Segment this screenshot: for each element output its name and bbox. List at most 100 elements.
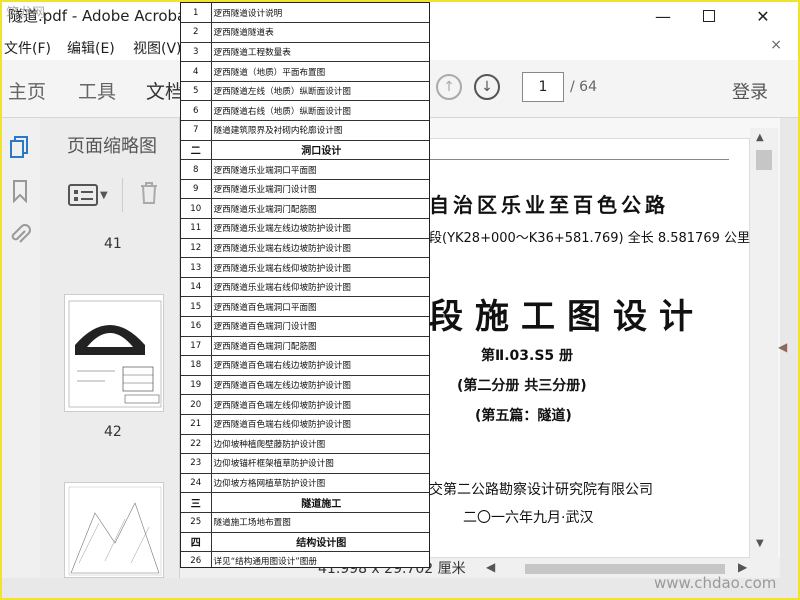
previous-page-button[interactable]: ↑ (436, 74, 462, 100)
close-icon: ✕ (756, 6, 770, 26)
toc-row: 2 逻西隧道隧道表 (181, 22, 429, 43)
doc-main-title: 段施工图设计 (429, 297, 705, 337)
scrollbar-thumb[interactable] (525, 564, 725, 574)
watermark-bottom: www.chdao.com (654, 574, 777, 592)
toc-number: 19 (181, 375, 212, 396)
toc-title: 详见“结构通用图设计”图册 (211, 551, 429, 567)
toc-row: 15 逻西隧道百色端洞口平面图 (181, 296, 429, 317)
toc-title: 逻西隧道百色端左线仰坡防护设计图 (211, 394, 429, 415)
toc-title: 隧道施工场地布置图 (211, 512, 429, 533)
toc-title: 逻西隧道百色端右线仰坡防护设计图 (211, 414, 429, 435)
toc-row: 20 逻西隧道百色端左线仰坡防护设计图 (181, 394, 429, 415)
tab-home[interactable]: 主页 (8, 77, 46, 104)
toc-title: 逻西隧道右线（地质）纵断面设计图 (211, 100, 429, 122)
toc-table: 1 逻西隧道设计说明 2 逻西隧道隧道表 3 逻西隧道工程数量表 4 逻西隧道（地质）平面布置… (181, 3, 429, 567)
page-thumbnail[interactable] (64, 294, 164, 412)
toc-row: 25 隧道施工场地布置图 (181, 512, 429, 533)
trash-icon[interactable] (139, 181, 159, 210)
toc-title: 逻西隧道百色端洞口平面图 (211, 296, 429, 317)
toc-title: 逻西隧道乐业端洞口平面图 (211, 159, 429, 180)
toc-title: 边仰坡锚杆框架植草防护设计图 (211, 453, 429, 474)
bookmark-icon[interactable] (8, 178, 32, 204)
toc-number: 2 (181, 22, 212, 43)
toc-section-row: 三隧道施工 (181, 492, 429, 513)
menu-edit[interactable]: 编辑(E) (67, 38, 115, 58)
tab-tools[interactable]: 工具 (78, 77, 116, 104)
toc-title: 逻西隧道隧道表 (211, 22, 429, 43)
toc-title: 边仰坡种植爬壁藤防护设计图 (211, 434, 429, 455)
toc-title: 隧道施工 (211, 492, 429, 513)
page-thumbnail[interactable] (64, 482, 164, 578)
toc-number: 10 (181, 198, 212, 220)
doc-title-line2: 段(YK28+000～K36+581.769) 全长 8.581769 公里 (429, 231, 751, 246)
toc-row: 8 逻西隧道乐业端洞口平面图 (181, 159, 429, 180)
arrow-down-icon: ↓ (481, 79, 493, 95)
toc-row: 14 逻西隧道乐业端右线仰坡防护设计图 (181, 277, 429, 298)
toc-row: 5 逻西隧道左线（地质）纵断面设计图 (181, 81, 429, 102)
toc-number: 8 (181, 159, 212, 180)
menu-view[interactable]: 视图(V) (133, 38, 182, 58)
maximize-button[interactable] (686, 0, 732, 32)
toc-title: 结构设计图 (211, 532, 429, 553)
toc-number: 6 (181, 100, 212, 122)
scroll-down-icon[interactable]: ▼ (756, 538, 764, 549)
toc-section-row: 四结构设计图 (181, 532, 429, 553)
scrollbar-thumb[interactable] (756, 150, 772, 170)
toc-number: 5 (181, 81, 212, 102)
menu-file[interactable]: 文件(F) (4, 38, 51, 58)
thumbnail-page-label: 41 (104, 236, 122, 252)
expand-right-pane-icon[interactable]: ◀ (778, 340, 787, 354)
close-window-button[interactable]: ✕ (740, 0, 786, 32)
page-thumbnails-icon[interactable] (8, 134, 32, 160)
toc-row: 19 逻西隧道百色端左线边坡防护设计图 (181, 375, 429, 396)
toc-row: 9 逻西隧道乐业端洞门设计图 (181, 179, 429, 200)
close-document-icon[interactable]: × (770, 37, 782, 53)
toc-number: 四 (181, 532, 212, 553)
toc-section-row: 二洞口设计 (181, 140, 429, 161)
login-button[interactable]: 登录 (732, 78, 768, 104)
toc-number: 16 (181, 316, 212, 337)
scroll-right-icon[interactable]: ▶ (738, 560, 747, 574)
options-list-icon[interactable] (68, 184, 98, 206)
toc-title: 逻西隧道乐业端右线仰坡防护设计图 (211, 257, 429, 278)
toc-row: 1 逻西隧道设计说明 (181, 3, 429, 24)
page-number-input[interactable]: 1 (522, 72, 564, 102)
toc-number: 1 (181, 3, 212, 24)
thumbnails-panel: 页面缩略图 ▼ 41 42 (40, 118, 180, 578)
doc-part: (第二分册 共三分册) (457, 378, 587, 394)
toc-number: 20 (181, 394, 212, 415)
divider (121, 178, 123, 212)
toc-number: 26 (181, 551, 212, 567)
tab-document[interactable]: 文档 (146, 77, 184, 104)
toc-title: 逻西隧道设计说明 (211, 3, 429, 24)
toc-number: 4 (181, 61, 212, 82)
toc-title: 逻西隧道乐业端洞门配筋图 (211, 198, 429, 220)
scroll-left-icon[interactable]: ◀ (486, 560, 495, 574)
minimize-button[interactable]: — (640, 0, 686, 32)
toc-title: 逻西隧道百色端左线边坡防护设计图 (211, 375, 429, 396)
left-rail (0, 118, 40, 578)
toc-number: 21 (181, 414, 212, 435)
next-page-button[interactable]: ↓ (474, 74, 500, 100)
scroll-up-icon[interactable]: ▲ (756, 132, 764, 143)
doc-chapter: (第五篇：隧道) (475, 408, 572, 424)
vertical-scrollbar[interactable]: ▲ ▼ (750, 128, 778, 558)
toc-row: 18 逻西隧道百色端右线边坡防护设计图 (181, 355, 429, 376)
toc-row: 24 边仰坡方格网植草防护设计图 (181, 473, 429, 494)
toc-row: 4 逻西隧道（地质）平面布置图 (181, 61, 429, 82)
toc-title: 逻西隧道乐业端右线仰坡防护设计图 (211, 277, 429, 298)
thumbnail-page-label: 42 (104, 424, 122, 440)
panel-tools: ▼ (68, 178, 159, 212)
toc-row: 16 逻西隧道百色端洞门设计图 (181, 316, 429, 337)
chevron-down-icon[interactable]: ▼ (100, 190, 108, 201)
panel-title: 页面缩略图 (67, 136, 157, 157)
toc-title: 逻西隧道百色端右线边坡防护设计图 (211, 355, 429, 376)
toc-number: 9 (181, 179, 212, 200)
attachment-icon[interactable] (8, 222, 32, 248)
toc-number: 三 (181, 492, 212, 513)
toc-overlay: 1 逻西隧道设计说明 2 逻西隧道隧道表 3 逻西隧道工程数量表 4 逻西隧道（地质）平面布置… (180, 2, 430, 568)
toc-title: 逻西隧道乐业端左线边坡防护设计图 (211, 218, 429, 239)
maximize-icon (703, 10, 715, 22)
toc-row: 11 逻西隧道乐业端左线边坡防护设计图 (181, 218, 429, 239)
doc-volume: 第Ⅱ.03.S5 册 (481, 348, 574, 364)
